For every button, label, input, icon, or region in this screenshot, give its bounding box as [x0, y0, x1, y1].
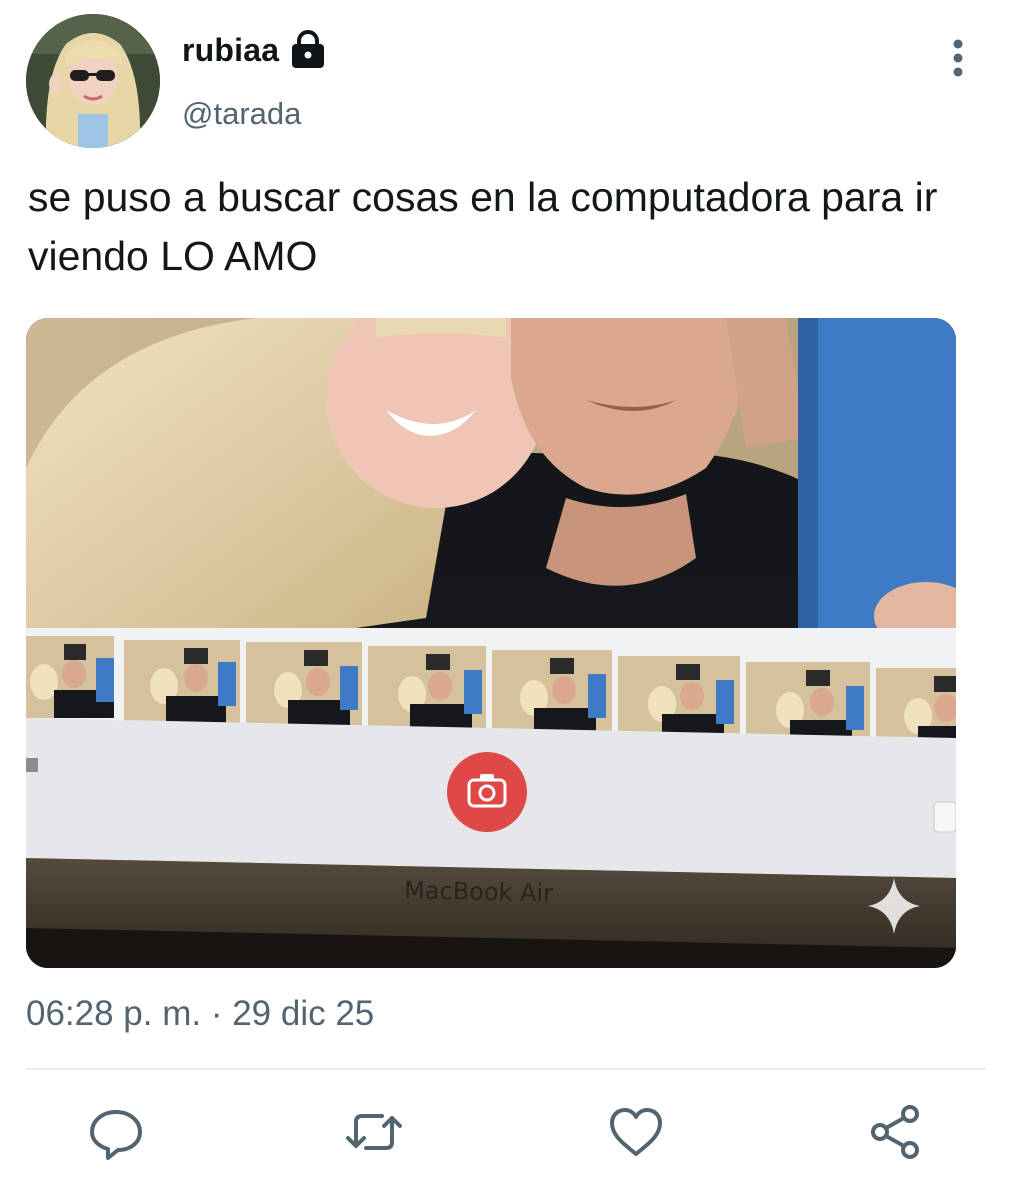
tweet: rubiaa @tarada se puso a buscar cosas en…: [0, 0, 1012, 1200]
photo: MacBook Air: [26, 318, 956, 968]
retweet-button[interactable]: [342, 1100, 406, 1164]
tweet-text: se puso a buscar cosas en la computadora…: [28, 174, 938, 279]
thumbnail[interactable]: [618, 656, 740, 744]
reply-button[interactable]: [84, 1100, 148, 1164]
avatar[interactable]: [26, 14, 160, 148]
retweet-icon: [346, 1114, 402, 1150]
tweet-media[interactable]: MacBook Air: [26, 318, 956, 968]
avatar-image: [26, 14, 160, 148]
reply-icon: [90, 1110, 142, 1160]
thumbnail[interactable]: [26, 636, 114, 718]
heart-icon: [610, 1108, 662, 1156]
macbook-label: MacBook Air: [404, 876, 554, 907]
thumbnail[interactable]: [368, 646, 486, 732]
more-vertical-icon[interactable]: [940, 38, 976, 78]
thumbnail[interactable]: [246, 642, 362, 728]
share-icon: [871, 1105, 919, 1159]
lock-icon: [292, 30, 324, 68]
tweet-timestamp[interactable]: 06:28 p. m. · 29 dic 25: [26, 994, 374, 1034]
thumbnail[interactable]: [124, 640, 240, 724]
camera-icon[interactable]: [447, 752, 527, 832]
thumbnail[interactable]: [492, 650, 612, 738]
share-button[interactable]: [864, 1100, 928, 1164]
user-handle[interactable]: @tarada: [182, 96, 301, 132]
like-button[interactable]: [604, 1100, 668, 1164]
divider: [26, 1068, 986, 1070]
display-name[interactable]: rubiaa: [182, 32, 279, 69]
